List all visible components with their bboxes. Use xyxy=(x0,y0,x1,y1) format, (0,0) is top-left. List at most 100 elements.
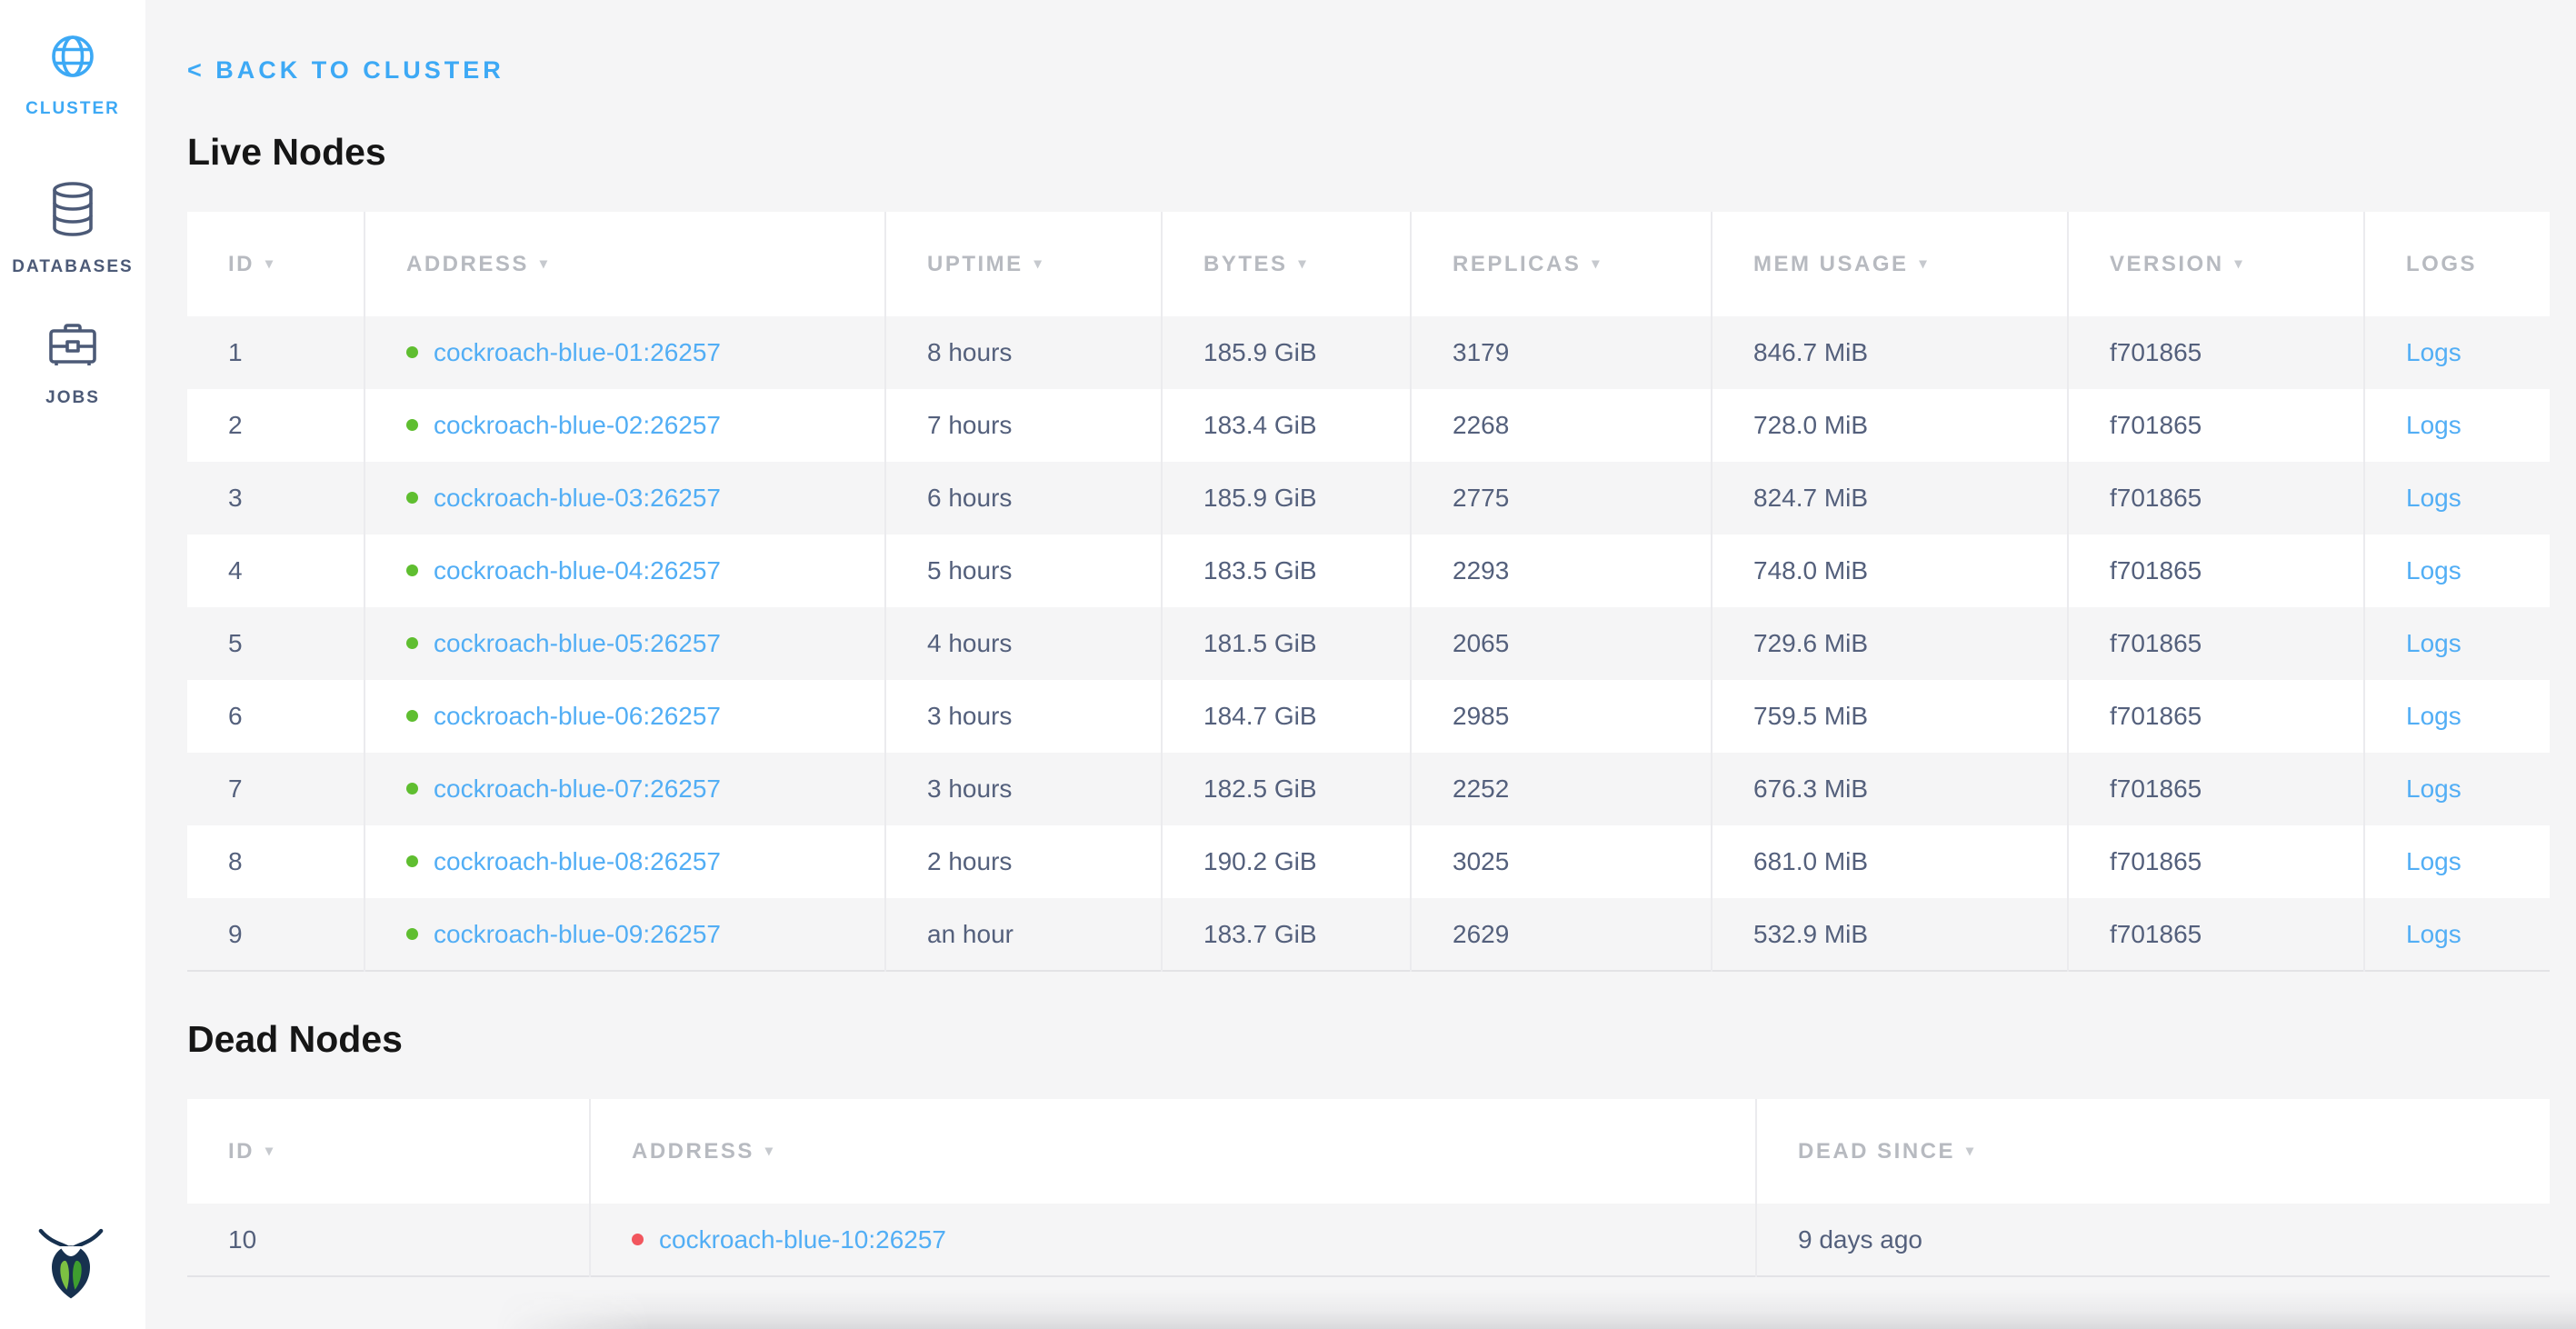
node-address-link[interactable]: cockroach-blue-02:26257 xyxy=(434,411,721,439)
node-version-cell: f701865 xyxy=(2068,607,2364,680)
table-row: 6 cockroach-blue-06:26257 3 hours 184.7 … xyxy=(187,680,2550,753)
logs-link[interactable]: Logs xyxy=(2406,484,2461,512)
node-id-cell: 9 xyxy=(187,898,364,971)
node-logs-cell: Logs xyxy=(2364,462,2550,535)
sidebar-item-label: JOBS xyxy=(45,388,100,408)
node-address-link[interactable]: cockroach-blue-05:26257 xyxy=(434,629,721,657)
node-id-cell: 4 xyxy=(187,535,364,607)
node-version-cell: f701865 xyxy=(2068,898,2364,971)
live-status-dot xyxy=(406,492,418,504)
node-mem-usage-cell: 748.0 MiB xyxy=(1712,535,2068,607)
column-header-mem-usage[interactable]: MEM USAGE▾ xyxy=(1712,212,2068,316)
node-bytes-cell: 183.4 GiB xyxy=(1162,389,1411,462)
logs-link[interactable]: Logs xyxy=(2406,411,2461,439)
column-header-dead-since[interactable]: DEAD SINCE▾ xyxy=(1756,1099,2550,1204)
live-nodes-title: Live Nodes xyxy=(187,130,2551,174)
node-id-cell: 10 xyxy=(187,1204,590,1276)
back-to-cluster-link[interactable]: < BACK TO CLUSTER xyxy=(187,56,504,85)
table-row: 1 cockroach-blue-01:26257 8 hours 185.9 … xyxy=(187,316,2550,389)
column-header-address[interactable]: ADDRESS▾ xyxy=(590,1099,1756,1204)
briefcase-icon xyxy=(47,320,98,374)
node-version-cell: f701865 xyxy=(2068,753,2364,825)
column-header-id[interactable]: ID▾ xyxy=(187,1099,590,1204)
table-row: 5 cockroach-blue-05:26257 4 hours 181.5 … xyxy=(187,607,2550,680)
node-uptime-cell: 8 hours xyxy=(885,316,1162,389)
sidebar-item-cluster[interactable]: CLUSTER xyxy=(0,33,145,119)
column-header-bytes[interactable]: BYTES▾ xyxy=(1162,212,1411,316)
column-header-logs: LOGS xyxy=(2364,212,2550,316)
node-replicas-cell: 2065 xyxy=(1411,607,1712,680)
sort-arrow-icon: ▾ xyxy=(265,1142,275,1160)
sidebar-item-databases[interactable]: DATABASES xyxy=(0,180,145,277)
column-header-address[interactable]: ADDRESS▾ xyxy=(364,212,885,316)
node-uptime-cell: 2 hours xyxy=(885,825,1162,898)
table-row: 3 cockroach-blue-03:26257 6 hours 185.9 … xyxy=(187,462,2550,535)
node-mem-usage-cell: 728.0 MiB xyxy=(1712,389,2068,462)
databases-icon xyxy=(47,180,98,243)
node-replicas-cell: 2268 xyxy=(1411,389,1712,462)
table-row: 9 cockroach-blue-09:26257 an hour 183.7 … xyxy=(187,898,2550,971)
node-mem-usage-cell: 846.7 MiB xyxy=(1712,316,2068,389)
sidebar-item-jobs[interactable]: JOBS xyxy=(0,320,145,408)
table-row: 4 cockroach-blue-04:26257 5 hours 183.5 … xyxy=(187,535,2550,607)
column-header-replicas[interactable]: REPLICAS▾ xyxy=(1411,212,1712,316)
cockroachdb-logo[interactable] xyxy=(33,1224,109,1300)
node-logs-cell: Logs xyxy=(2364,753,2550,825)
node-address-cell: cockroach-blue-06:26257 xyxy=(364,680,885,753)
node-address-link[interactable]: cockroach-blue-04:26257 xyxy=(434,556,721,585)
live-nodes-table: ID▾ ADDRESS▾ UPTIME▾ BYTES▾ REPLICAS▾ ME… xyxy=(187,212,2550,972)
column-header-uptime[interactable]: UPTIME▾ xyxy=(885,212,1162,316)
node-bytes-cell: 185.9 GiB xyxy=(1162,462,1411,535)
node-address-link[interactable]: cockroach-blue-08:26257 xyxy=(434,847,721,875)
column-header-version[interactable]: VERSION▾ xyxy=(2068,212,2364,316)
live-status-dot xyxy=(406,928,418,940)
sidebar-item-label: DATABASES xyxy=(12,257,133,277)
node-address-cell: cockroach-blue-05:26257 xyxy=(364,607,885,680)
sidebar: CLUSTER DATABASES JOBS xyxy=(0,0,145,1329)
node-version-cell: f701865 xyxy=(2068,389,2364,462)
table-row: 10 cockroach-blue-10:26257 9 days ago xyxy=(187,1204,2550,1276)
node-id-cell: 8 xyxy=(187,825,364,898)
node-address-link[interactable]: cockroach-blue-10:26257 xyxy=(659,1225,946,1254)
node-dead-since-cell: 9 days ago xyxy=(1756,1204,2550,1276)
logs-link[interactable]: Logs xyxy=(2406,629,2461,657)
node-address-link[interactable]: cockroach-blue-07:26257 xyxy=(434,774,721,803)
node-replicas-cell: 2252 xyxy=(1411,753,1712,825)
node-version-cell: f701865 xyxy=(2068,535,2364,607)
node-id-cell: 5 xyxy=(187,607,364,680)
column-header-id[interactable]: ID▾ xyxy=(187,212,364,316)
node-address-link[interactable]: cockroach-blue-06:26257 xyxy=(434,702,721,730)
node-logs-cell: Logs xyxy=(2364,535,2550,607)
node-address-cell: cockroach-blue-02:26257 xyxy=(364,389,885,462)
node-replicas-cell: 2985 xyxy=(1411,680,1712,753)
live-nodes-header-row: ID▾ ADDRESS▾ UPTIME▾ BYTES▾ REPLICAS▾ ME… xyxy=(187,212,2550,316)
dead-nodes-table: ID▾ ADDRESS▾ DEAD SINCE▾ 10 cockroach-bl… xyxy=(187,1099,2550,1277)
node-replicas-cell: 3025 xyxy=(1411,825,1712,898)
node-address-cell: cockroach-blue-04:26257 xyxy=(364,535,885,607)
cockroach-bug-icon xyxy=(33,1224,109,1300)
node-uptime-cell: 7 hours xyxy=(885,389,1162,462)
node-uptime-cell: 3 hours xyxy=(885,680,1162,753)
logs-link[interactable]: Logs xyxy=(2406,920,2461,948)
table-row: 2 cockroach-blue-02:26257 7 hours 183.4 … xyxy=(187,389,2550,462)
node-uptime-cell: 3 hours xyxy=(885,753,1162,825)
logs-link[interactable]: Logs xyxy=(2406,847,2461,875)
logs-link[interactable]: Logs xyxy=(2406,338,2461,366)
node-address-link[interactable]: cockroach-blue-03:26257 xyxy=(434,484,721,512)
globe-icon xyxy=(49,33,96,85)
node-mem-usage-cell: 681.0 MiB xyxy=(1712,825,2068,898)
node-version-cell: f701865 xyxy=(2068,825,2364,898)
sort-arrow-icon: ▾ xyxy=(1920,255,1930,273)
node-address-link[interactable]: cockroach-blue-09:26257 xyxy=(434,920,721,948)
node-address-cell: cockroach-blue-01:26257 xyxy=(364,316,885,389)
logs-link[interactable]: Logs xyxy=(2406,702,2461,730)
sort-arrow-icon: ▾ xyxy=(765,1142,775,1160)
node-address-link[interactable]: cockroach-blue-01:26257 xyxy=(434,338,721,366)
live-status-dot xyxy=(406,637,418,649)
node-logs-cell: Logs xyxy=(2364,607,2550,680)
logs-link[interactable]: Logs xyxy=(2406,556,2461,585)
logs-link[interactable]: Logs xyxy=(2406,774,2461,803)
node-uptime-cell: an hour xyxy=(885,898,1162,971)
node-mem-usage-cell: 759.5 MiB xyxy=(1712,680,2068,753)
node-mem-usage-cell: 824.7 MiB xyxy=(1712,462,2068,535)
